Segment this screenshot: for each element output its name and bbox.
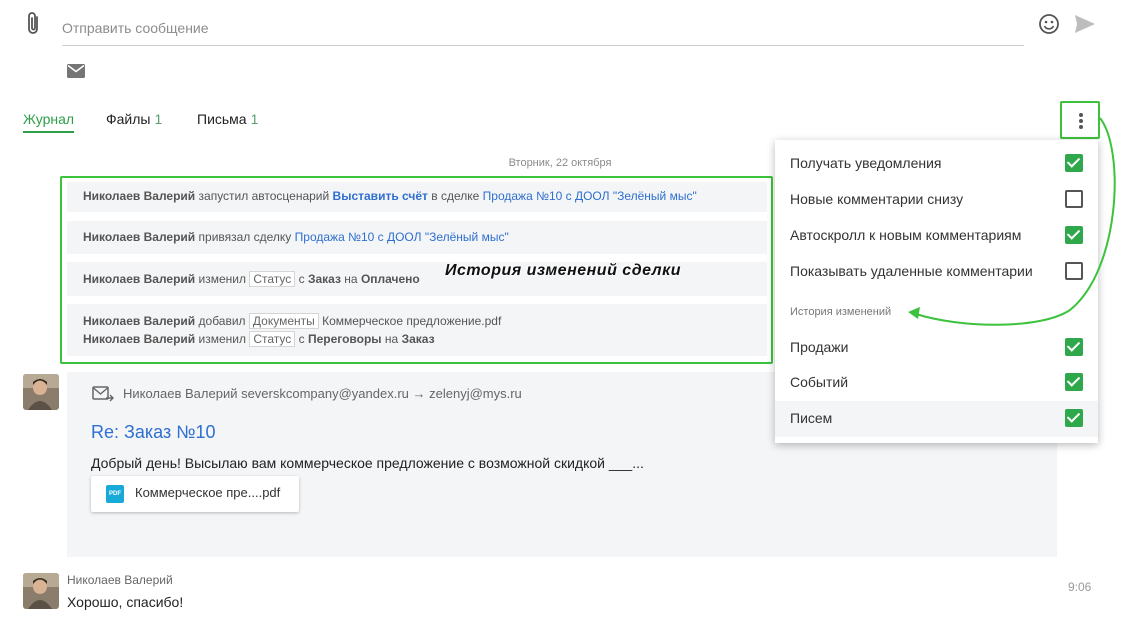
menu-item-label: Автоскролл к новым комментариям xyxy=(790,227,1022,243)
pdf-file-icon: PDF xyxy=(106,485,124,503)
menu-item-new-comments-bottom[interactable]: Новые комментарии снизу xyxy=(775,182,1098,218)
email-sender-recipient: Николаев Валерий severskcompany@yandex.r… xyxy=(123,386,522,401)
menu-item-label: Получать уведомления xyxy=(790,155,942,171)
menu-item-show-deleted[interactable]: Показывать удаленные комментарии xyxy=(775,254,1098,290)
email-subject-link[interactable]: Re: Заказ №10 xyxy=(91,422,216,443)
checkbox-unchecked[interactable] xyxy=(1065,262,1083,280)
avatar-image xyxy=(23,573,59,609)
kebab-dot xyxy=(1079,113,1083,117)
tab-letters-label: Письма xyxy=(197,111,247,127)
menu-item-history-sales[interactable]: Продажи xyxy=(775,330,1098,366)
menu-item-notifications[interactable]: Получать уведомления xyxy=(775,146,1098,182)
tab-files-count: 1 xyxy=(154,111,163,127)
email-preview: Добрый день! Высылаю вам коммерческое пр… xyxy=(91,455,644,471)
tab-journal-label: Журнал xyxy=(23,111,75,127)
tab-letters[interactable]: Письма 1 xyxy=(197,111,258,133)
checkbox-checked[interactable] xyxy=(1065,338,1083,356)
menu-item-label: Продажи xyxy=(790,339,849,355)
email-mode-icon[interactable] xyxy=(67,64,85,78)
date-separator: Вторник, 22 октября xyxy=(508,157,612,169)
menu-item-label: Показывать удаленные комментарии xyxy=(790,263,1033,279)
comment-text: Хорошо, спасибо! xyxy=(67,594,184,610)
emoji-icon[interactable] xyxy=(1038,13,1060,35)
kebab-dot xyxy=(1079,119,1083,123)
checkbox-checked[interactable] xyxy=(1065,373,1083,391)
send-icon[interactable] xyxy=(1073,13,1097,35)
checkbox-checked[interactable] xyxy=(1065,409,1083,427)
kebab-dot xyxy=(1079,125,1083,129)
menu-item-history-events[interactable]: Событий xyxy=(775,365,1098,401)
menu-item-label: Новые комментарии снизу xyxy=(790,191,964,207)
attachment-name: Коммерческое пре....pdf xyxy=(135,485,281,500)
menu-item-label: Писем xyxy=(790,410,833,426)
tab-letters-count: 1 xyxy=(250,111,259,127)
menu-section-title: История изменений xyxy=(790,306,892,318)
options-dropdown: Получать уведомления Новые комментарии с… xyxy=(775,140,1098,443)
checkbox-checked[interactable] xyxy=(1065,154,1083,172)
avatar-image xyxy=(23,374,59,410)
outgoing-email-icon xyxy=(92,386,114,402)
more-options-button[interactable] xyxy=(1060,101,1100,139)
attachment-card[interactable]: PDF Коммерческое пре....pdf xyxy=(91,476,299,512)
checkbox-unchecked[interactable] xyxy=(1065,190,1083,208)
comment-time: 9:06 xyxy=(1068,580,1092,594)
paperclip-icon[interactable] xyxy=(24,11,44,37)
message-input[interactable] xyxy=(62,10,1024,46)
tab-journal[interactable]: Журнал xyxy=(23,111,75,133)
avatar xyxy=(23,573,59,609)
menu-item-history-letters[interactable]: Писем xyxy=(775,401,1098,437)
checkbox-checked[interactable] xyxy=(1065,226,1083,244)
annotation-label: История изменений сделки xyxy=(445,262,682,279)
menu-item-label: Событий xyxy=(790,374,849,390)
tab-files-label: Файлы xyxy=(106,111,151,127)
avatar xyxy=(23,374,59,410)
comment-author[interactable]: Николаев Валерий xyxy=(67,573,173,587)
menu-item-autoscroll[interactable]: Автоскролл к новым комментариям xyxy=(775,218,1098,254)
tab-files[interactable]: Файлы 1 xyxy=(106,111,162,133)
